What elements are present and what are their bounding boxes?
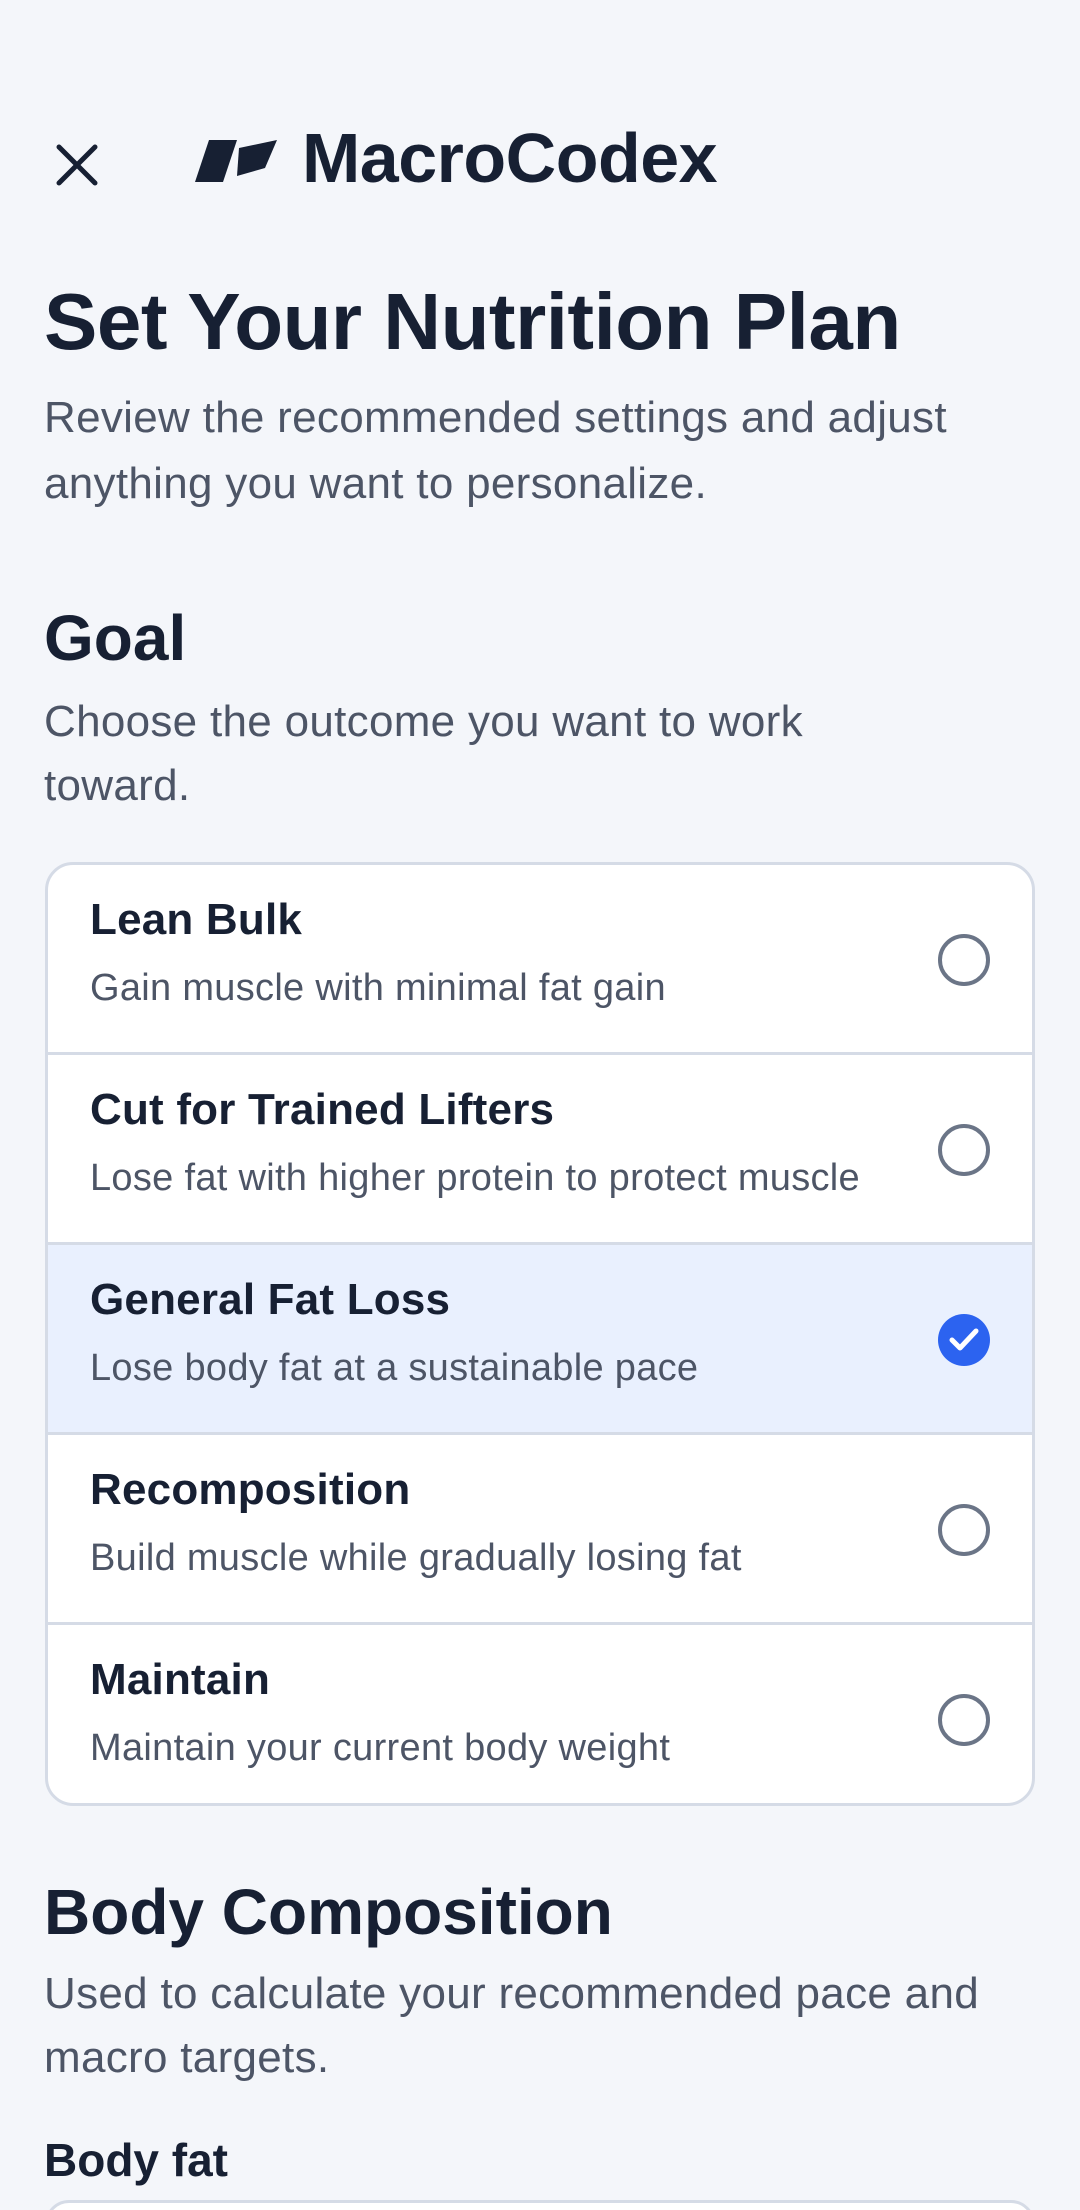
checkmark-icon: [949, 1328, 979, 1351]
close-icon: [56, 144, 98, 186]
radio-unchecked-icon[interactable]: [938, 1694, 990, 1746]
header: MacroCodex: [0, 110, 1080, 210]
radio-unchecked-icon[interactable]: [938, 934, 990, 986]
goal-option-general-fat-loss[interactable]: General Fat Loss Lose body fat at a sust…: [48, 1245, 1032, 1435]
macrocodex-logo-icon: [195, 140, 277, 182]
goal-option-label: Maintain: [90, 1655, 271, 1704]
goal-option-label: General Fat Loss: [90, 1275, 451, 1324]
goal-option-description: Lose fat with higher protein to protect …: [90, 1157, 860, 1199]
goal-options-list: Lean Bulk Gain muscle with minimal fat g…: [45, 862, 1035, 1806]
body-composition-section-subtitle: Used to calculate your recommended pace …: [44, 1969, 979, 2082]
body-fat-label: Body fat: [44, 2134, 228, 2186]
page-title: Set Your Nutrition Plan: [44, 277, 901, 366]
goal-option-description: Maintain your current body weight: [90, 1727, 671, 1769]
goal-option-description: Gain muscle with minimal fat gain: [90, 967, 666, 1009]
goal-option-label: Cut for Trained Lifters: [90, 1085, 555, 1134]
radio-unchecked-icon[interactable]: [938, 1504, 990, 1556]
goal-option-label: Lean Bulk: [90, 895, 303, 944]
goal-option-recomposition[interactable]: Recomposition Build muscle while gradual…: [48, 1435, 1032, 1625]
radio-unchecked-icon[interactable]: [938, 1124, 990, 1176]
goal-option-maintain[interactable]: Maintain Maintain your current body weig…: [48, 1625, 1032, 1803]
brand-name: MacroCodex: [302, 119, 718, 197]
page-subtitle: Review the recommended settings and adju…: [44, 393, 947, 508]
goal-section-subtitle: Choose the outcome you want to work towa…: [44, 697, 803, 810]
goal-section-title: Goal: [44, 602, 187, 674]
radio-checked-icon[interactable]: [938, 1314, 990, 1366]
goal-option-lean-bulk[interactable]: Lean Bulk Gain muscle with minimal fat g…: [48, 865, 1032, 1055]
goal-option-label: Recomposition: [90, 1465, 411, 1514]
goal-option-cut-for-trained-lifters[interactable]: Cut for Trained Lifters Lose fat with hi…: [48, 1055, 1032, 1245]
goal-option-description: Lose body fat at a sustainable pace: [90, 1347, 699, 1389]
goal-option-description: Build muscle while gradually losing fat: [90, 1537, 742, 1579]
nutrition-plan-screen: MacroCodex Set Your Nutrition Plan Revie…: [0, 0, 1080, 2210]
close-button[interactable]: [38, 126, 116, 204]
body-fat-field[interactable]: [45, 2200, 1035, 2210]
body-composition-section-title: Body Composition: [44, 1876, 613, 1948]
